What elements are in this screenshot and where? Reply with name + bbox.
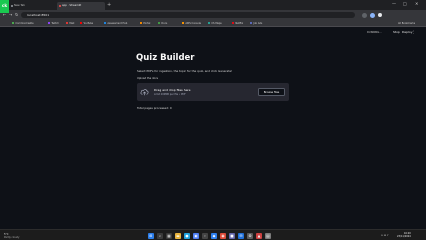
browser-tab-bar: New Tab app · Streamlit + — □ ✕	[0, 0, 426, 10]
system-tray[interactable]: ∧ ☷ ♪	[381, 233, 389, 239]
upload-label: Upload the docs	[137, 77, 159, 80]
page-title: Quiz Builder	[136, 53, 195, 63]
bookmark-item[interactable]: Mail	[66, 21, 74, 26]
bookmark-item[interactable]: Docs	[158, 21, 167, 26]
vscode-icon[interactable]: ◆	[211, 232, 217, 239]
bookmark-item[interactable]: Job Ads	[250, 21, 262, 26]
cloud-upload-icon	[140, 89, 149, 96]
edge-icon[interactable]: ●	[184, 232, 190, 239]
extension-icon[interactable]	[362, 12, 367, 18]
bookmark-item[interactable]: YouTube	[80, 21, 93, 26]
settings-icon[interactable]: ⚙	[247, 232, 253, 239]
chrome-icon[interactable]: ◉	[220, 232, 226, 239]
search-icon[interactable]: ⌕	[157, 232, 163, 239]
page-description: Select PDFs for ingestion, the topic for…	[137, 69, 233, 73]
stop-button[interactable]: Stop	[393, 30, 400, 35]
bookmark-label: YouTube	[83, 22, 94, 25]
url-input[interactable]: localhost:8501	[21, 11, 355, 19]
widgets-icon[interactable]: ▦	[166, 232, 172, 239]
bookmark-item[interactable]: AWS Console	[182, 21, 201, 26]
file-explorer-icon[interactable]: ▬	[175, 232, 181, 239]
bookmark-label: AWS Console	[185, 22, 202, 25]
taskbar: 5°C Partly cloudy ⊞ ⌕ ▦ ▬ ● ▣ › ◆ ◉ ■ ✉ ⚙ ▲ ▤ ∧ ☷ ♪ 1…	[0, 229, 426, 240]
teams-icon[interactable]: ■	[229, 232, 235, 239]
photos-icon[interactable]: ▲	[256, 232, 262, 239]
bookmark-label: CommonCastle	[15, 22, 34, 25]
close-window-button[interactable]: ✕	[415, 1, 418, 7]
clock-date: 23/11/2024	[397, 235, 411, 239]
browse-files-button[interactable]: Browse files	[258, 88, 285, 96]
bookmark-label: Netflix	[235, 22, 244, 25]
bookmark-item[interactable]: Twitch	[48, 21, 59, 26]
weather-widget[interactable]: 5°C Partly cloudy	[4, 233, 19, 239]
minimize-button[interactable]: —	[392, 1, 396, 7]
bookmark-label: CS Maps	[211, 22, 222, 25]
bookmark-item[interactable]: CommonCastle	[12, 21, 34, 26]
browser-tab-new[interactable]: New Tab	[9, 2, 57, 10]
browser-address-bar: ← → ↻ localhost:8501	[0, 10, 426, 20]
profile-avatar-icon[interactable]	[370, 12, 375, 18]
bookmark-label: Mail	[69, 22, 75, 25]
windows-start-icon[interactable]: ⊞	[148, 232, 154, 239]
browser-tab-streamlit[interactable]: app · Streamlit	[57, 2, 105, 10]
bookmark-label: Docs	[161, 22, 168, 25]
notes-icon[interactable]: ▤	[265, 232, 271, 239]
bookmark-item[interactable]: Portal	[140, 21, 150, 26]
bookmark-label: Job Ads	[253, 22, 263, 25]
app-header: RUNNING... Stop Deploy ⋮	[0, 27, 426, 39]
tab-favicon-icon	[10, 4, 13, 7]
tab-label: New Tab	[14, 4, 25, 7]
running-status: RUNNING...	[367, 31, 382, 34]
forward-icon[interactable]: →	[9, 12, 12, 18]
dropzone-limit-text: Limit 200MB per file • PDF	[154, 93, 186, 96]
main-menu-icon[interactable]: ⋮	[412, 30, 416, 35]
url-text: localhost:8501	[27, 12, 50, 17]
taskbar-clock[interactable]: 16:20 23/11/2024	[397, 232, 411, 238]
mail-icon[interactable]: ✉	[238, 232, 244, 239]
terminal-icon[interactable]: ›	[202, 232, 208, 239]
bookmark-item[interactable]: CS Maps	[208, 21, 222, 26]
streamlit-favicon-icon	[58, 4, 61, 7]
total-pages-text: Total pages processed: 0	[137, 106, 172, 110]
bookmark-label: Twitch	[51, 22, 59, 25]
bookmark-label: Portal	[143, 22, 151, 25]
browser-menu-icon[interactable]	[378, 13, 382, 17]
bookmark-item[interactable]: Assessment Hub	[104, 21, 127, 26]
bookmarks-bar: CommonCastle Twitch Mail YouTube Assessm…	[0, 20, 426, 27]
new-tab-button[interactable]: +	[107, 2, 111, 8]
bookmark-label: Assessment Hub	[107, 22, 128, 25]
tab-label: app · Streamlit	[62, 4, 82, 7]
file-dropzone[interactable]: Drag and drop files here Limit 200MB per…	[137, 83, 289, 101]
bookmark-item[interactable]: Netflix	[232, 21, 243, 26]
dropzone-instructions: Drag and drop files here	[154, 87, 191, 92]
reload-icon[interactable]: ↻	[15, 12, 18, 18]
corner-logo: ck	[0, 0, 9, 13]
deploy-button[interactable]: Deploy	[402, 30, 413, 35]
store-icon[interactable]: ▣	[193, 232, 199, 239]
maximize-button[interactable]: □	[403, 1, 407, 7]
weather-desc: Partly cloudy	[4, 235, 20, 239]
all-bookmarks-button[interactable]: All Bookmarks	[398, 21, 415, 26]
